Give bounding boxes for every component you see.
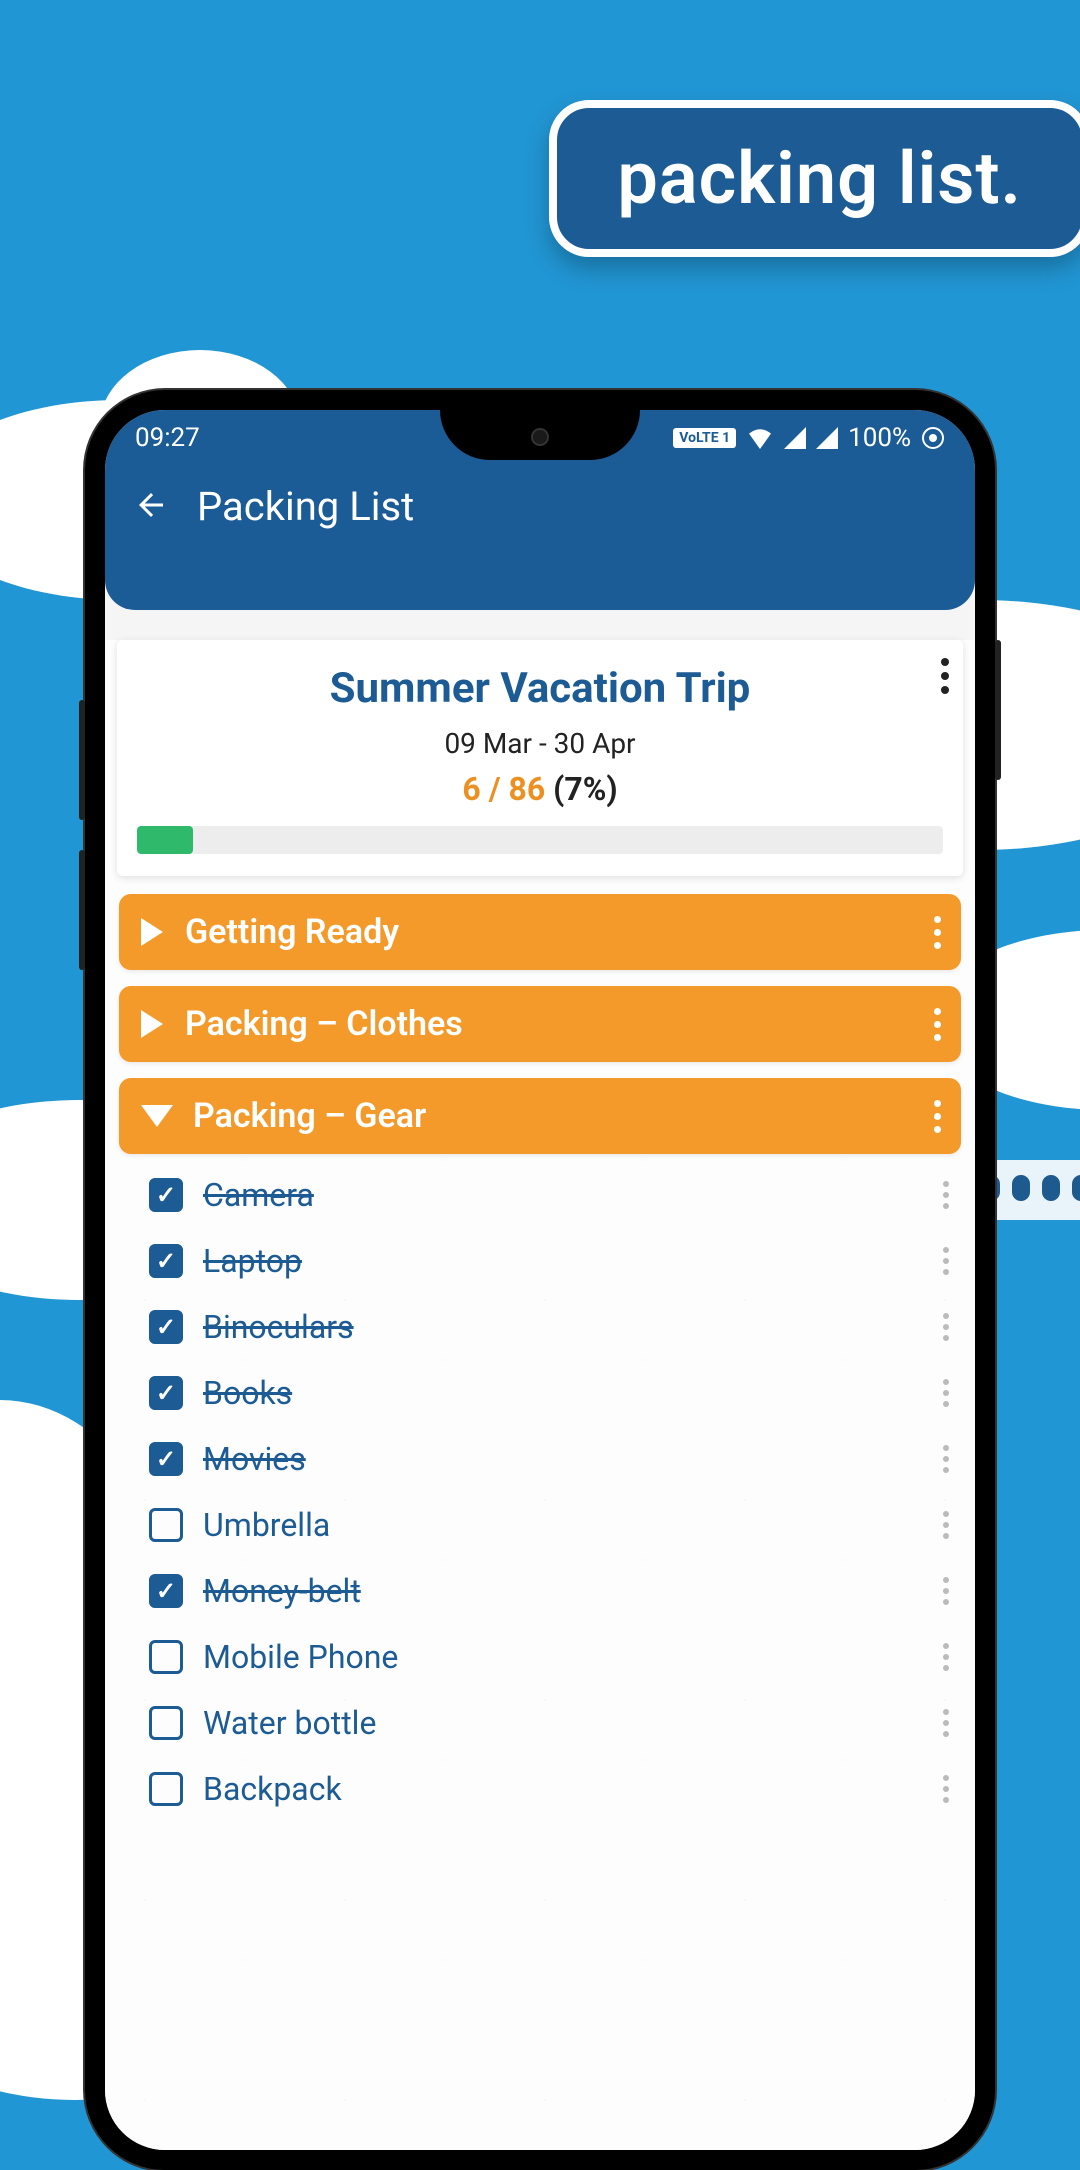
trip-title: Summer Vacation Trip <box>137 664 943 713</box>
list-item: ✓ Laptop <box>105 1228 975 1294</box>
list-item: ✓ Binoculars <box>105 1294 975 1360</box>
item-menu-button[interactable] <box>943 1379 949 1407</box>
trip-dates: 09 Mar - 30 Apr <box>137 727 943 760</box>
category-row[interactable]: Packing – Gear <box>119 1078 961 1154</box>
item-label: Water bottle <box>203 1704 376 1742</box>
category-label: Packing – Gear <box>193 1096 426 1136</box>
back-button[interactable] <box>133 487 169 532</box>
item-label: Umbrella <box>203 1506 330 1544</box>
caret-right-icon <box>141 918 163 946</box>
item-checkbox[interactable] <box>149 1706 183 1740</box>
checkmark-icon: ✓ <box>156 1181 176 1209</box>
category-row[interactable]: Getting Ready <box>119 894 961 970</box>
item-checkbox[interactable] <box>149 1772 183 1806</box>
marketing-badge: packing list. <box>549 100 1080 257</box>
checkmark-icon: ✓ <box>156 1247 176 1275</box>
item-label: Books <box>203 1374 292 1412</box>
checkmark-icon: ✓ <box>156 1379 176 1407</box>
list-item: Backpack <box>105 1756 975 1822</box>
app-header: Packing List <box>105 465 975 610</box>
phone-frame: 09:27 VoLTE 1 100% Packing List <box>85 390 995 2170</box>
item-checkbox[interactable]: ✓ <box>149 1376 183 1410</box>
item-menu-button[interactable] <box>943 1445 949 1473</box>
list-item: ✓ Books <box>105 1360 975 1426</box>
checkmark-icon: ✓ <box>156 1445 176 1473</box>
category-menu-button[interactable] <box>934 916 941 949</box>
wifi-icon <box>746 427 774 449</box>
phone-camera <box>531 428 549 446</box>
progress-fill <box>137 826 193 854</box>
item-menu-button[interactable] <box>943 1247 949 1275</box>
item-label: Mobile Phone <box>203 1638 398 1676</box>
battery-text: 100% <box>848 423 911 453</box>
item-checkbox[interactable] <box>149 1508 183 1542</box>
item-menu-button[interactable] <box>943 1709 949 1737</box>
checkmark-icon: ✓ <box>156 1313 176 1341</box>
progress-bar <box>137 826 943 854</box>
item-menu-button[interactable] <box>943 1313 949 1341</box>
list-item: Water bottle <box>105 1690 975 1756</box>
item-label: Binoculars <box>203 1308 354 1346</box>
list-item: Umbrella <box>105 1492 975 1558</box>
item-menu-button[interactable] <box>943 1577 949 1605</box>
signal-icon <box>784 427 806 449</box>
status-time: 09:27 <box>135 423 200 453</box>
list-item: ✓ Camera <box>105 1162 975 1228</box>
battery-saver-icon <box>921 426 945 450</box>
category-label: Packing – Clothes <box>185 1004 463 1044</box>
page-title: Packing List <box>197 483 414 530</box>
item-label: Backpack <box>203 1770 342 1808</box>
category-row[interactable]: Packing – Clothes <box>119 986 961 1062</box>
checkmark-icon: ✓ <box>156 1577 176 1605</box>
caret-right-icon <box>141 1010 163 1038</box>
arrow-left-icon <box>133 487 169 523</box>
item-menu-button[interactable] <box>943 1511 949 1539</box>
item-menu-button[interactable] <box>943 1775 949 1803</box>
content-area: Summer Vacation Trip 09 Mar - 30 Apr 6 /… <box>105 640 975 2150</box>
item-menu-button[interactable] <box>943 1181 949 1209</box>
category-label: Getting Ready <box>185 912 399 952</box>
caret-down-icon <box>141 1105 173 1127</box>
item-label: Camera <box>203 1176 314 1214</box>
item-label: Laptop <box>203 1242 302 1280</box>
item-checkbox[interactable]: ✓ <box>149 1178 183 1212</box>
trip-summary-card: Summer Vacation Trip 09 Mar - 30 Apr 6 /… <box>117 640 963 876</box>
signal-icon <box>816 427 838 449</box>
trip-progress-text: 6 / 86 (7%) <box>137 770 943 808</box>
item-checkbox[interactable] <box>149 1640 183 1674</box>
marketing-badge-text: packing list. <box>617 136 1022 221</box>
list-item: Mobile Phone <box>105 1624 975 1690</box>
category-menu-button[interactable] <box>934 1100 941 1133</box>
list-item: ✓ Movies <box>105 1426 975 1492</box>
list-item: ✓ Money-belt <box>105 1558 975 1624</box>
volte-badge: VoLTE 1 <box>673 428 736 448</box>
item-list: ✓ Camera ✓ Laptop ✓ Binoculars ✓ Books ✓ Movies Um… <box>105 1162 975 1822</box>
item-label: Movies <box>203 1440 306 1478</box>
item-checkbox[interactable]: ✓ <box>149 1310 183 1344</box>
item-checkbox[interactable]: ✓ <box>149 1244 183 1278</box>
item-checkbox[interactable]: ✓ <box>149 1574 183 1608</box>
item-checkbox[interactable]: ✓ <box>149 1442 183 1476</box>
category-menu-button[interactable] <box>934 1008 941 1041</box>
trip-menu-button[interactable] <box>941 658 949 694</box>
item-menu-button[interactable] <box>943 1643 949 1671</box>
item-label: Money-belt <box>203 1572 361 1610</box>
